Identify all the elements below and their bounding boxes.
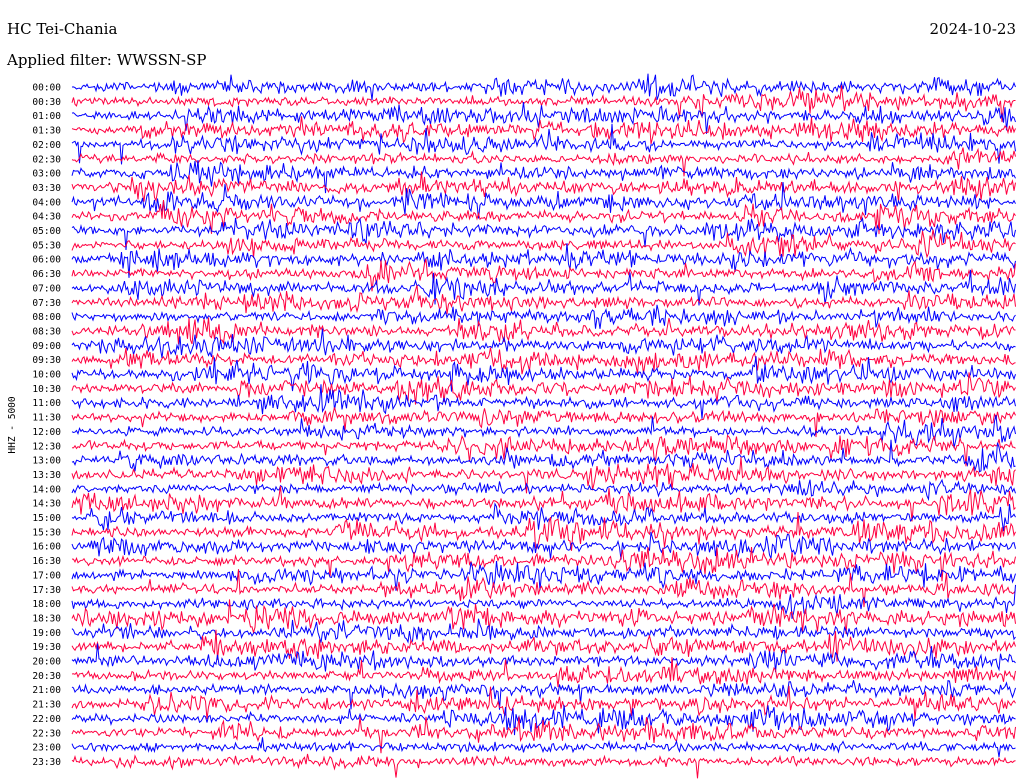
row-tick-label: 18:00: [32, 599, 61, 610]
row-tick-label: 06:00: [32, 255, 61, 266]
row-tick-label: 23:30: [32, 757, 61, 768]
row-tick-label: 16:00: [32, 542, 61, 553]
y-axis-label: HHZ - 5000: [7, 396, 18, 453]
row-tick-label: 22:30: [32, 728, 61, 739]
row-tick-label: 15:00: [32, 513, 61, 524]
seismic-trace-1600: [71, 531, 1016, 561]
row-tick-label: 18:30: [32, 613, 61, 624]
seismic-trace-2330: [71, 753, 1016, 779]
seismic-trace-2130: [71, 685, 1016, 720]
seismic-trace-1400: [71, 478, 1016, 502]
row-tick-label: 10:30: [32, 384, 61, 395]
row-tick-label: 11:30: [32, 413, 61, 424]
row-tick-label: 15:30: [32, 527, 61, 538]
row-tick-label: 01:00: [32, 111, 61, 122]
row-tick-label: 01:30: [32, 126, 61, 137]
row-tick-label: 07:30: [32, 298, 61, 309]
row-tick-label: 19:00: [32, 628, 61, 639]
row-tick-label: 14:00: [32, 484, 61, 495]
row-tick-label: 19:30: [32, 642, 61, 653]
seismic-trace-0800: [71, 304, 1016, 329]
row-tick-label: 03:30: [32, 183, 61, 194]
row-tick-label: 10:00: [32, 370, 61, 381]
row-tick-label: 17:30: [32, 585, 61, 596]
row-tick-label: 00:30: [32, 97, 61, 108]
row-tick-label: 06:30: [32, 269, 61, 280]
row-tick-label: 02:00: [32, 140, 61, 151]
row-tick-label: 04:00: [32, 197, 61, 208]
row-tick-label: 11:00: [32, 398, 61, 409]
row-tick-label: 13:00: [32, 456, 61, 467]
row-tick-label: 23:00: [32, 743, 61, 754]
row-tick-label: 12:30: [32, 441, 61, 452]
row-tick-label: 13:30: [32, 470, 61, 481]
helicorder-plot: 00:00 00:30 01:00 01:30 02:00 02:30 03:00 03:30…: [7, 73, 1016, 779]
seismic-trace-1800: [71, 584, 1016, 619]
row-tick-label: 21:00: [32, 685, 61, 696]
row-tick-label: 09:30: [32, 355, 61, 366]
row-tick-label: 16:30: [32, 556, 61, 567]
row-tick-label: 20:00: [32, 657, 61, 668]
seismic-trace-0000: [71, 73, 1016, 101]
row-tick-label: 20:30: [32, 671, 61, 682]
trace-group: [71, 73, 1016, 779]
seismic-trace-1130: [71, 407, 1016, 438]
row-tick-label: 03:00: [32, 169, 61, 180]
row-tick-label: 21:30: [32, 700, 61, 711]
tick-label-group: 00:00 00:30 01:00 01:30 02:00 02:30 03:00 03:30…: [32, 83, 61, 768]
seismic-trace-2300: [71, 737, 1016, 758]
seismic-trace-1630: [71, 546, 1016, 582]
row-tick-label: 02:30: [32, 154, 61, 165]
row-tick-label: 05:30: [32, 240, 61, 251]
row-tick-label: 14:30: [32, 499, 61, 510]
row-tick-label: 07:00: [32, 283, 61, 294]
row-tick-label: 22:00: [32, 714, 61, 725]
row-tick-label: 00:00: [32, 83, 61, 94]
row-tick-label: 05:00: [32, 226, 61, 237]
row-tick-label: 08:00: [32, 312, 61, 323]
seismic-trace-2200: [71, 704, 1016, 736]
row-tick-label: 09:00: [32, 341, 61, 352]
seismic-trace-0130: [71, 116, 1016, 145]
row-tick-label: 08:30: [32, 326, 61, 337]
row-tick-label: 17:00: [32, 570, 61, 581]
seismic-trace-0830: [71, 317, 1016, 345]
row-tick-label: 12:00: [32, 427, 61, 438]
row-tick-label: 04:30: [32, 212, 61, 223]
